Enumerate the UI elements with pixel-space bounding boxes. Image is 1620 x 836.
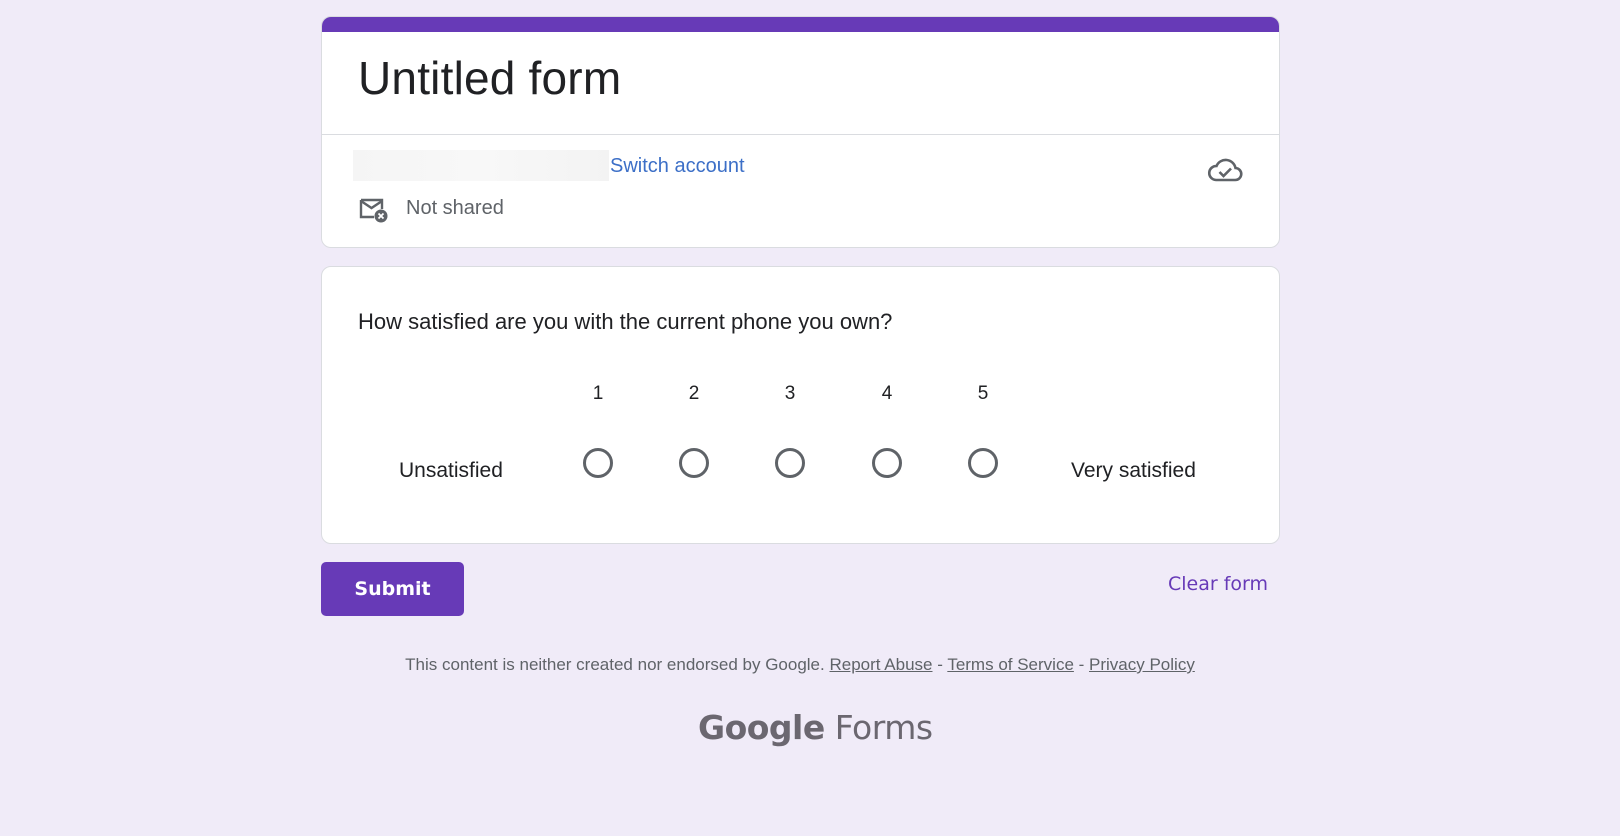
- header-divider: [322, 134, 1279, 135]
- not-shared-label: Not shared: [406, 197, 504, 219]
- header-accent-bar: [322, 17, 1279, 32]
- logo-forms-text: Forms: [834, 708, 933, 747]
- separator: -: [1073, 655, 1090, 674]
- cloud-done-icon: [1207, 158, 1243, 182]
- switch-account-link[interactable]: Switch account: [610, 155, 745, 178]
- scale-high-label: Very satisfied: [1071, 459, 1196, 482]
- radio-option-3[interactable]: [775, 448, 805, 478]
- separator: -: [932, 655, 948, 674]
- privacy-link[interactable]: Privacy Policy: [1089, 655, 1195, 674]
- clear-form-button[interactable]: Clear form: [1150, 573, 1280, 595]
- form-title: Untitled form: [358, 52, 622, 104]
- scale-label-3: 3: [784, 383, 796, 404]
- scale-label-5: 5: [977, 383, 989, 404]
- form-header-card: Untitled form Switch account Not shared: [321, 16, 1280, 248]
- scale-low-label: Unsatisfied: [399, 459, 503, 482]
- radio-option-5[interactable]: [968, 448, 998, 478]
- logo-google-text: Google: [698, 708, 825, 747]
- submit-button[interactable]: Submit: [321, 562, 464, 616]
- scale-label-4: 4: [881, 383, 893, 404]
- radio-option-1[interactable]: [583, 448, 613, 478]
- question-title: How satisfied are you with the current p…: [358, 309, 893, 334]
- footer-disclaimer: This content is neither created nor endo…: [0, 655, 1600, 675]
- question-card: How satisfied are you with the current p…: [321, 266, 1280, 544]
- radio-option-4[interactable]: [872, 448, 902, 478]
- google-forms-logo[interactable]: Google Forms: [698, 708, 933, 747]
- radio-option-2[interactable]: [679, 448, 709, 478]
- disclaimer-text: This content is neither created nor endo…: [405, 655, 825, 674]
- mail-x-icon: [359, 198, 388, 223]
- terms-link[interactable]: Terms of Service: [947, 655, 1074, 674]
- account-email-redacted: [353, 150, 609, 181]
- report-abuse-link[interactable]: Report Abuse: [829, 655, 932, 674]
- scale-label-2: 2: [688, 383, 700, 404]
- scale-label-1: 1: [592, 383, 604, 404]
